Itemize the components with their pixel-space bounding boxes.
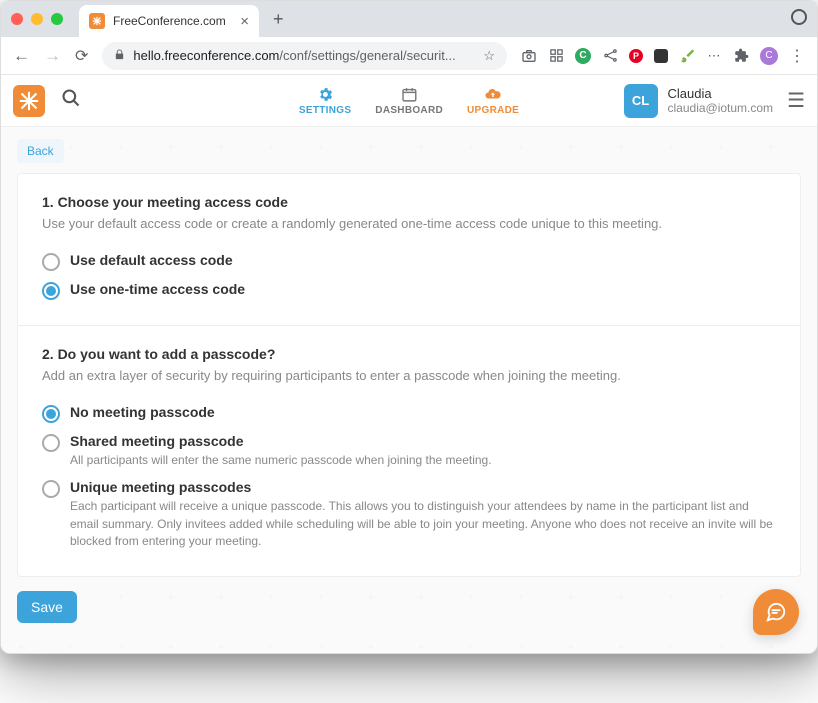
lock-icon	[114, 48, 125, 64]
tab-overflow[interactable]	[791, 9, 807, 30]
browser-tab[interactable]: FreeConference.com ×	[79, 5, 259, 37]
pinterest-extension-icon[interactable]: P	[629, 49, 643, 63]
user-name: Claudia	[668, 86, 774, 101]
save-button[interactable]: Save	[17, 591, 77, 623]
url-text: hello.freeconference.com/conf/settings/g…	[133, 48, 455, 63]
extensions-menu-icon[interactable]	[733, 48, 749, 64]
chat-fab-button[interactable]	[753, 589, 799, 635]
passcode-section: 2. Do you want to add a passcode? Add an…	[18, 325, 800, 576]
radio-no-passcode[interactable]: No meeting passcode	[42, 399, 776, 428]
hamburger-menu-icon[interactable]: ☰	[787, 88, 805, 113]
extension-icon-dark[interactable]	[654, 49, 668, 63]
minimize-window-button[interactable]	[31, 13, 43, 25]
share-extension-icon[interactable]	[602, 48, 618, 64]
browser-tab-bar: FreeConference.com × +	[1, 1, 817, 37]
forward-nav-icon: →	[44, 46, 61, 66]
radio-description: All participants will enter the same num…	[70, 452, 776, 469]
calendar-icon	[401, 85, 418, 103]
nav-dashboard-label: DASHBOARD	[375, 105, 443, 116]
radio-default-access-code[interactable]: Use default access code	[42, 247, 776, 276]
radio-icon	[42, 282, 60, 300]
address-bar[interactable]: hello.freeconference.com/conf/settings/g…	[102, 42, 507, 70]
settings-card: 1. Choose your meeting access code Use y…	[17, 173, 801, 577]
radio-shared-passcode[interactable]: Shared meeting passcode All participants…	[42, 428, 776, 474]
section-title: 1. Choose your meeting access code	[42, 194, 776, 210]
radio-description: Each participant will receive a unique p…	[70, 498, 776, 550]
access-code-section: 1. Choose your meeting access code Use y…	[18, 174, 800, 325]
profile-avatar-icon[interactable]: C	[760, 47, 778, 65]
user-avatar: CL	[624, 84, 658, 118]
radio-label: No meeting passcode	[70, 404, 776, 420]
nav-dashboard[interactable]: DASHBOARD	[365, 81, 453, 120]
window-controls	[11, 13, 63, 25]
radio-icon	[42, 253, 60, 271]
tab-favicon-icon	[89, 13, 105, 29]
radio-label: Unique meeting passcodes	[70, 479, 776, 495]
search-button[interactable]	[61, 88, 81, 113]
app-logo-icon[interactable]	[13, 85, 45, 117]
radio-label: Shared meeting passcode	[70, 433, 776, 449]
close-window-button[interactable]	[11, 13, 23, 25]
user-menu[interactable]: CL Claudia claudia@iotum.com	[624, 84, 774, 118]
section-description: Add an extra layer of security by requir…	[42, 368, 776, 383]
grid-extension-icon[interactable]	[548, 48, 564, 64]
nav-upgrade[interactable]: UPGRADE	[457, 81, 529, 120]
cloud-upload-icon	[484, 85, 502, 103]
app-header: SETTINGS DASHBOARD UPGRADE CL Claudia cl…	[1, 75, 817, 127]
nav-upgrade-label: UPGRADE	[467, 105, 519, 116]
section-title: 2. Do you want to add a passcode?	[42, 346, 776, 362]
user-email: claudia@iotum.com	[668, 101, 774, 115]
radio-icon	[42, 480, 60, 498]
back-button[interactable]: Back	[17, 139, 64, 163]
tab-close-icon[interactable]: ×	[240, 14, 249, 29]
extension-icons: C P ⋯ C ⋮	[521, 47, 805, 65]
radio-icon	[42, 405, 60, 423]
radio-label: Use default access code	[70, 252, 776, 268]
maximize-window-button[interactable]	[51, 13, 63, 25]
reload-icon[interactable]: ⟳	[75, 46, 88, 66]
section-description: Use your default access code or create a…	[42, 216, 776, 231]
browser-toolbar: ← → ⟳ hello.freeconference.com/conf/sett…	[1, 37, 817, 75]
camera-extension-icon[interactable]	[521, 48, 537, 64]
more-extensions-icon[interactable]: ⋯	[706, 48, 722, 64]
nav-settings-label: SETTINGS	[299, 105, 351, 116]
browser-window: FreeConference.com × + ← → ⟳ hello.freec…	[0, 0, 818, 654]
radio-icon	[42, 434, 60, 452]
radio-label: Use one-time access code	[70, 281, 776, 297]
radio-onetime-access-code[interactable]: Use one-time access code	[42, 276, 776, 305]
tab-title: FreeConference.com	[113, 14, 226, 28]
radio-unique-passcodes[interactable]: Unique meeting passcodes Each participan…	[42, 474, 776, 555]
back-nav-icon[interactable]: ←	[13, 46, 30, 66]
nav-settings[interactable]: SETTINGS	[289, 81, 361, 120]
bookmark-star-icon[interactable]: ☆	[483, 48, 495, 64]
gear-icon	[317, 85, 334, 103]
extension-icon[interactable]: C	[575, 48, 591, 64]
browser-menu-icon[interactable]: ⋮	[789, 48, 805, 64]
page-body: Back 1. Choose your meeting access code …	[1, 127, 817, 653]
brush-extension-icon[interactable]	[679, 48, 695, 64]
new-tab-button[interactable]: +	[267, 9, 290, 30]
